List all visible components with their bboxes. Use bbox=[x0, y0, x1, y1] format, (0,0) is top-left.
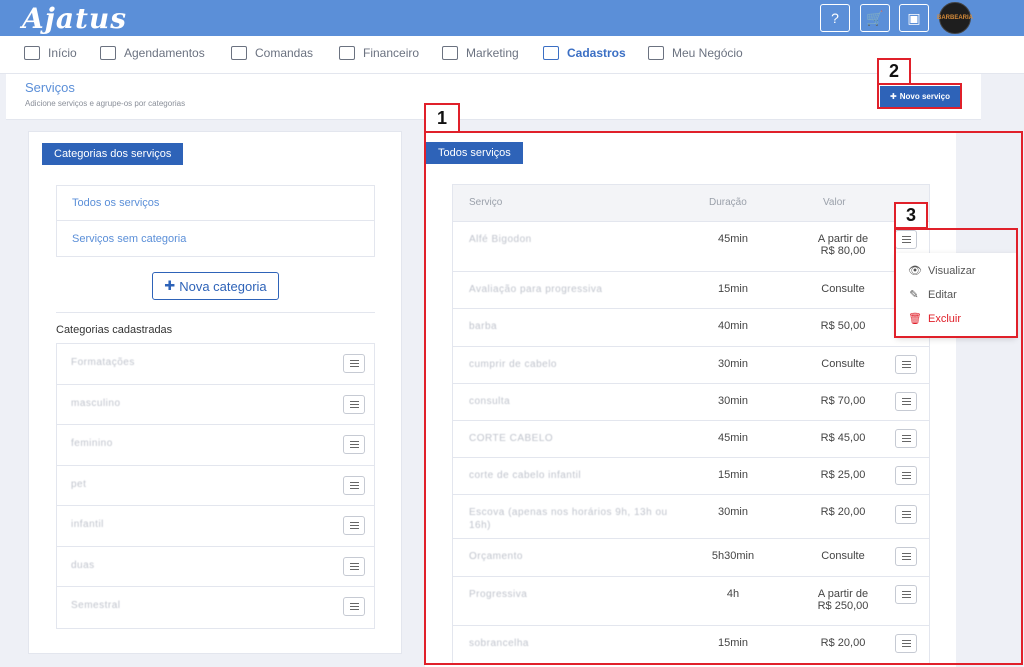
home-icon bbox=[24, 46, 40, 60]
help-icon: ? bbox=[831, 10, 839, 26]
annotation-label-2: 2 bbox=[877, 58, 911, 85]
annotation-box-3 bbox=[894, 228, 1018, 338]
nav-item-marketing[interactable]: Marketing bbox=[442, 46, 519, 60]
list-item[interactable]: Semestral bbox=[57, 587, 374, 628]
filter-uncategorized[interactable]: Serviços sem categoria bbox=[57, 221, 374, 256]
calendar-add-button[interactable]: ▣ bbox=[899, 4, 929, 32]
nav-item-agendamentos[interactable]: Agendamentos bbox=[100, 46, 205, 60]
page-header: Serviços Adicione serviços e agrupe-os p… bbox=[6, 74, 981, 120]
list-item[interactable]: Formatações bbox=[57, 344, 374, 385]
new-category-button[interactable]: ✚ Nova categoria bbox=[152, 272, 279, 300]
filter-all-services[interactable]: Todos os serviços bbox=[57, 186, 374, 221]
money-icon bbox=[339, 46, 355, 60]
help-button[interactable]: ? bbox=[820, 4, 850, 32]
divider bbox=[56, 312, 375, 313]
annotation-box-2 bbox=[877, 83, 962, 109]
main-nav: Início Agendamentos Comandas Financeiro … bbox=[0, 36, 1024, 74]
annotation-label-1: 1 bbox=[424, 103, 460, 133]
menu-icon[interactable] bbox=[343, 475, 365, 495]
menu-icon[interactable] bbox=[343, 556, 365, 576]
menu-icon[interactable] bbox=[343, 354, 365, 373]
category-filter-list: Todos os serviços Serviços sem categoria bbox=[56, 185, 375, 257]
app-logo[interactable]: Ajatus bbox=[22, 2, 127, 35]
page-title: Serviços bbox=[25, 80, 75, 95]
list-item[interactable]: duas bbox=[57, 547, 374, 587]
nav-item-comandas[interactable]: Comandas bbox=[231, 46, 313, 60]
categories-panel: Categorias dos serviços Todos os serviço… bbox=[28, 131, 402, 654]
megaphone-icon bbox=[442, 46, 458, 60]
store-icon bbox=[648, 46, 664, 60]
menu-icon[interactable] bbox=[343, 394, 365, 414]
registered-categories-list: Formatações masculino feminino pet infan… bbox=[56, 343, 375, 629]
nav-item-cadastros[interactable]: Cadastros bbox=[543, 46, 626, 60]
menu-icon[interactable] bbox=[343, 597, 365, 616]
nav-item-meu-negocio[interactable]: Meu Negócio bbox=[648, 46, 743, 60]
calendar-check-icon bbox=[100, 46, 116, 60]
id-card-icon bbox=[543, 46, 559, 60]
categories-tab: Categorias dos serviços bbox=[42, 143, 184, 165]
annotation-label-3: 3 bbox=[894, 202, 928, 229]
cart-icon bbox=[231, 46, 247, 60]
registered-categories-title: Categorias cadastradas bbox=[56, 324, 173, 336]
nav-item-inicio[interactable]: Início bbox=[24, 46, 77, 60]
top-bar: Ajatus ? 🛒 ▣ BARBEARIA bbox=[0, 0, 1024, 36]
cart-icon: 🛒 bbox=[866, 9, 884, 26]
list-item[interactable]: masculino bbox=[57, 385, 374, 425]
page-subtitle: Adicione serviços e agrupe-os por catego… bbox=[25, 99, 186, 108]
list-item[interactable]: infantil bbox=[57, 506, 374, 547]
calendar-add-icon: ▣ bbox=[907, 9, 921, 26]
cart-button[interactable]: 🛒 bbox=[860, 4, 890, 32]
list-item[interactable]: pet bbox=[57, 466, 374, 506]
menu-icon[interactable] bbox=[343, 516, 365, 535]
menu-icon[interactable] bbox=[343, 435, 365, 454]
nav-item-financeiro[interactable]: Financeiro bbox=[339, 46, 419, 60]
annotation-box-1 bbox=[424, 131, 1023, 665]
avatar[interactable]: BARBEARIA bbox=[937, 2, 973, 34]
list-item[interactable]: feminino bbox=[57, 425, 374, 466]
plus-icon: ✚ bbox=[164, 278, 176, 293]
